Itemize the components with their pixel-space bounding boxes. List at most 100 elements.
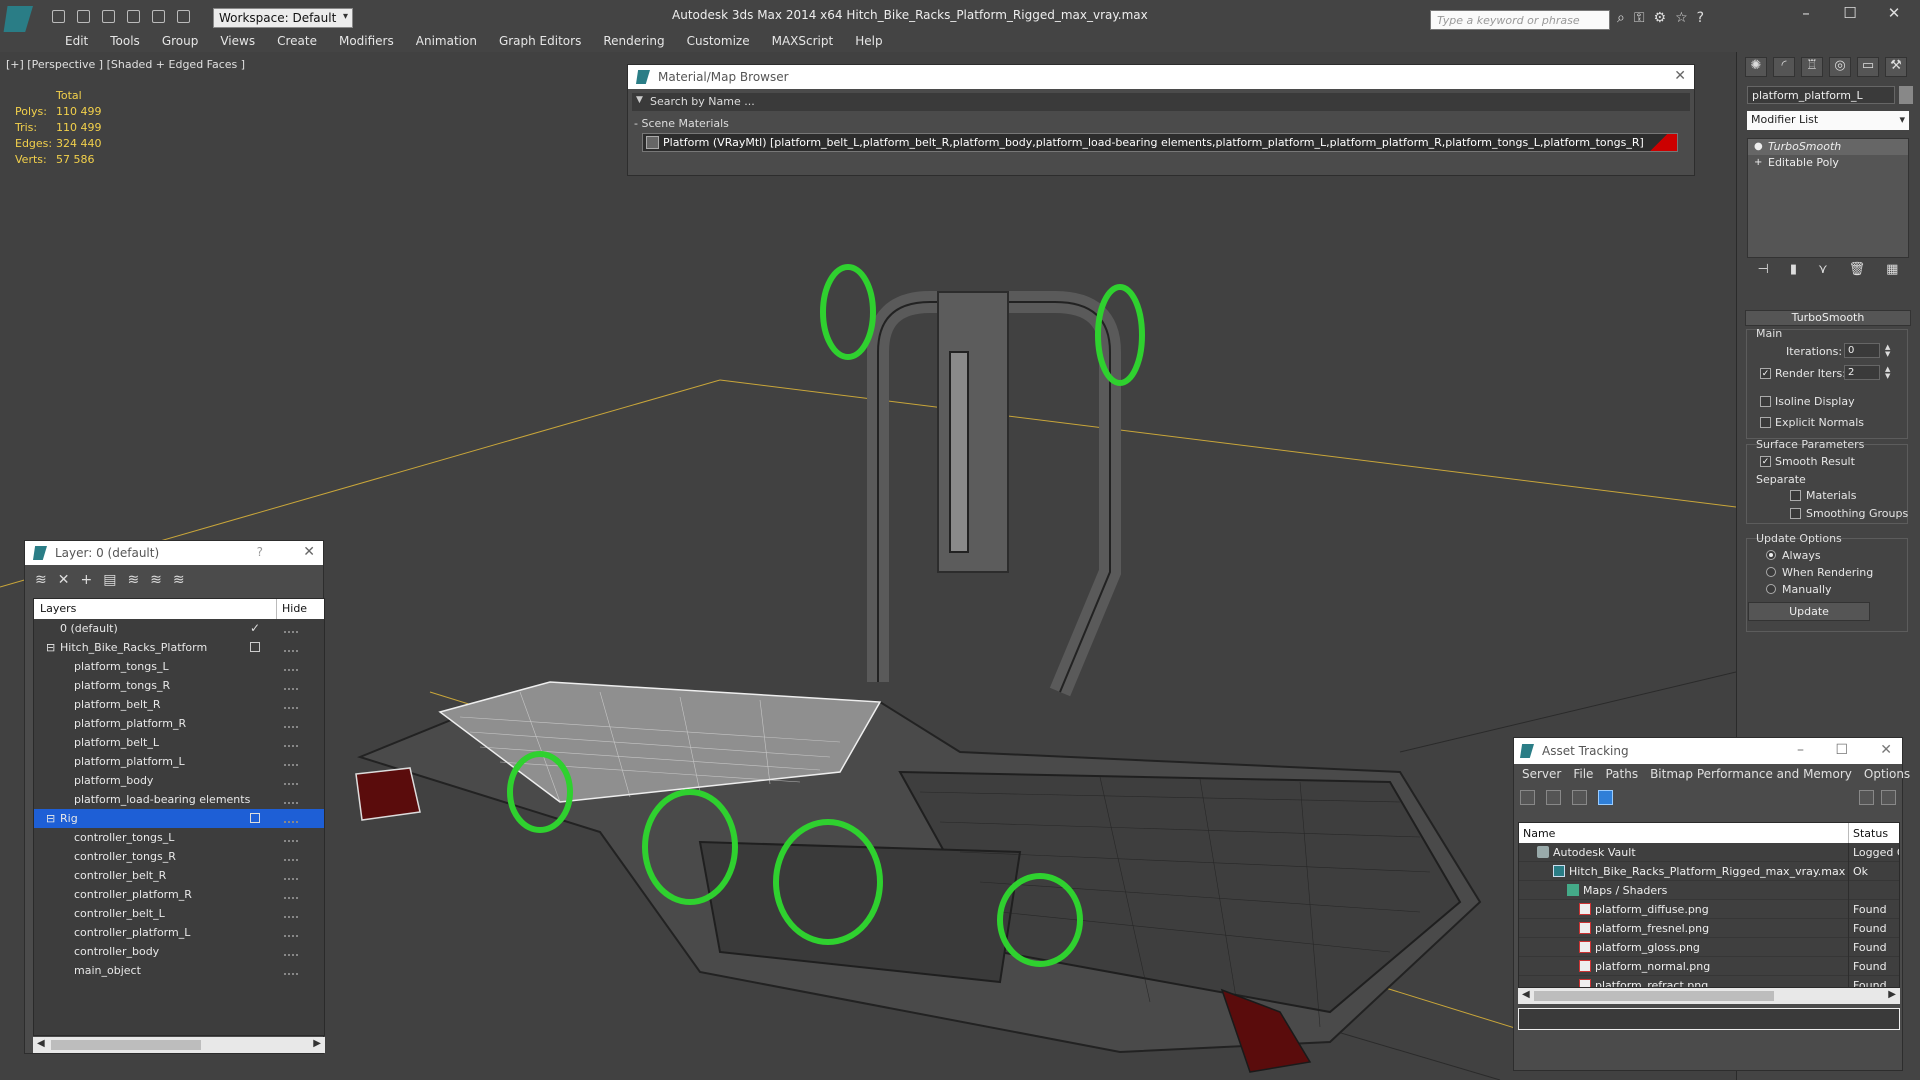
isoline-display-checkbox[interactable] xyxy=(1760,396,1771,407)
display-tab-icon[interactable]: ▭ xyxy=(1857,57,1879,77)
lightbulb-icon[interactable]: ● xyxy=(1754,141,1763,152)
collapse-icon[interactable]: ⊟ xyxy=(46,812,55,825)
make-unique-icon[interactable]: ⋎ xyxy=(1818,262,1828,277)
hide-toggle[interactable] xyxy=(284,642,298,652)
hide-toggle[interactable] xyxy=(284,832,298,842)
remove-modifier-icon[interactable]: 🗑 xyxy=(1849,262,1866,277)
menu-animation[interactable]: Animation xyxy=(405,32,488,52)
smooth-result-checkbox[interactable]: ✓ xyxy=(1760,456,1771,467)
asset-row[interactable]: platform_fresnel.png Found xyxy=(1519,919,1899,938)
asset-row[interactable]: Autodesk Vault Logged C xyxy=(1519,843,1899,862)
close-button[interactable]: ✕ xyxy=(1874,4,1914,22)
hide-toggle[interactable] xyxy=(284,775,298,785)
update-button[interactable]: Update xyxy=(1748,602,1870,621)
layer-object-row[interactable]: controller_belt_L xyxy=(34,904,324,923)
undo-icon[interactable] xyxy=(127,10,140,23)
close-icon[interactable]: ✕ xyxy=(1880,742,1892,758)
object-color-swatch[interactable] xyxy=(1899,86,1913,104)
layer-object-row[interactable]: platform_body xyxy=(34,771,324,790)
highlight-layer-icon[interactable]: ≋ xyxy=(150,572,162,588)
column-layers[interactable]: Layers xyxy=(40,602,76,615)
layer-explorer-titlebar[interactable]: Layer: 0 (default) ? ✕ xyxy=(25,541,323,565)
menu-modifiers[interactable]: Modifiers xyxy=(328,32,405,52)
motion-tab-icon[interactable]: ◎ xyxy=(1829,57,1851,77)
maximize-icon[interactable]: ☐ xyxy=(1835,742,1848,758)
asset-row[interactable]: platform_refract.png Found xyxy=(1519,976,1899,987)
menu-group[interactable]: Group xyxy=(151,32,210,52)
menu-rendering[interactable]: Rendering xyxy=(592,32,675,52)
binoculars-icon[interactable]: ⌕ xyxy=(1617,10,1625,26)
key-icon[interactable]: ⚿ xyxy=(1634,10,1645,26)
modifier-list-dropdown[interactable]: Modifier List xyxy=(1747,111,1909,130)
render-iters-checkbox[interactable]: ✓ xyxy=(1760,368,1771,379)
spinner-arrows-icon[interactable]: ▲ ▼ xyxy=(1885,366,1890,380)
layer-active-toggle[interactable] xyxy=(250,813,260,823)
asset-menu-file[interactable]: File xyxy=(1567,764,1599,784)
layer-object-row[interactable]: platform_belt_L xyxy=(34,733,324,752)
scroll-left-icon[interactable]: ◀ xyxy=(37,1038,45,1049)
menu-graph-editors[interactable]: Graph Editors xyxy=(488,32,592,52)
smoothing-groups-checkbox[interactable] xyxy=(1790,508,1801,519)
object-name-field[interactable]: platform_platform_L xyxy=(1747,86,1895,104)
hide-toggle[interactable] xyxy=(284,851,298,861)
layer-object-row[interactable]: controller_belt_R xyxy=(34,866,324,885)
satellite-icon[interactable]: ⚙ xyxy=(1654,10,1667,26)
scroll-left-icon[interactable]: ◀ xyxy=(1522,989,1530,1000)
column-status[interactable]: Status xyxy=(1853,827,1888,840)
expand-icon[interactable]: + xyxy=(1754,157,1762,168)
hide-toggle[interactable] xyxy=(284,737,298,747)
layer-object-row[interactable]: main_object xyxy=(34,961,324,980)
hide-toggle[interactable] xyxy=(284,965,298,975)
select-layer-icon[interactable]: ≋ xyxy=(127,572,139,588)
column-hide[interactable]: Hide xyxy=(282,602,307,615)
asset-tracking-titlebar[interactable]: Asset Tracking – ☐ ✕ xyxy=(1514,738,1902,764)
stack-item-editable-poly[interactable]: + Editable Poly xyxy=(1748,155,1908,171)
hide-toggle[interactable] xyxy=(284,680,298,690)
menu-edit[interactable]: Edit xyxy=(54,32,99,52)
hide-toggle[interactable] xyxy=(284,699,298,709)
table-view-icon[interactable] xyxy=(1572,790,1587,805)
hide-toggle[interactable] xyxy=(284,718,298,728)
delete-icon[interactable]: ✕ xyxy=(58,572,70,588)
create-tab-icon[interactable]: ✺ xyxy=(1745,57,1767,77)
help-icon[interactable]: ? xyxy=(257,545,263,559)
layer-object-row[interactable]: platform_tongs_L xyxy=(34,657,324,676)
hide-toggle[interactable] xyxy=(284,870,298,880)
layer-object-row[interactable]: platform_load-bearing elements xyxy=(34,790,324,809)
asset-menu-paths[interactable]: Paths xyxy=(1599,764,1644,784)
utilities-tab-icon[interactable]: ⚒ xyxy=(1885,57,1907,77)
material-entry[interactable]: Platform (VRayMtl) [platform_belt_L,plat… xyxy=(642,133,1678,152)
pin-stack-icon[interactable]: ⊣ xyxy=(1758,262,1769,277)
maximize-button[interactable]: ☐ xyxy=(1830,4,1870,22)
material-search-input[interactable]: Search by Name ... xyxy=(632,93,1690,111)
always-radio[interactable] xyxy=(1766,550,1776,560)
hierarchy-icon[interactable]: ≋ xyxy=(173,572,185,588)
layer-row[interactable]: 0 (default) ✓ xyxy=(34,619,324,638)
asset-row[interactable]: platform_diffuse.png Found xyxy=(1519,900,1899,919)
open-file-icon[interactable] xyxy=(77,10,90,23)
manually-radio[interactable] xyxy=(1766,584,1776,594)
minimize-button[interactable]: – xyxy=(1786,4,1826,22)
grid-view-icon[interactable] xyxy=(1598,790,1613,805)
menu-customize[interactable]: Customize xyxy=(676,32,761,52)
render-iters-spinner[interactable]: 2 xyxy=(1844,365,1880,380)
new-file-icon[interactable] xyxy=(52,10,65,23)
menu-maxscript[interactable]: MAXScript xyxy=(761,32,845,52)
layer-object-row[interactable]: controller_tongs_L xyxy=(34,828,324,847)
layer-object-row[interactable]: platform_belt_R xyxy=(34,695,324,714)
asset-menu-server[interactable]: Server xyxy=(1516,764,1567,784)
menu-create[interactable]: Create xyxy=(266,32,328,52)
add-to-layer-icon[interactable]: ▤ xyxy=(103,572,116,588)
viewport-label[interactable]: [+] [Perspective ] [Shaded + Edged Faces… xyxy=(6,58,245,71)
scroll-right-icon[interactable]: ▶ xyxy=(313,1038,321,1049)
asset-row[interactable]: platform_normal.png Found xyxy=(1519,957,1899,976)
layer-object-row[interactable]: platform_tongs_R xyxy=(34,676,324,695)
asset-menu-options[interactable]: Options xyxy=(1858,764,1916,784)
modify-tab-icon[interactable]: ◜ xyxy=(1773,57,1795,77)
refresh-icon[interactable] xyxy=(1520,790,1535,805)
workspace-dropdown[interactable]: Workspace: Default xyxy=(213,8,353,28)
asset-menu-bitmap-performance-and-memory[interactable]: Bitmap Performance and Memory xyxy=(1644,764,1858,784)
hide-toggle[interactable] xyxy=(284,908,298,918)
layer-active-toggle[interactable] xyxy=(250,642,260,652)
hide-toggle[interactable] xyxy=(284,661,298,671)
